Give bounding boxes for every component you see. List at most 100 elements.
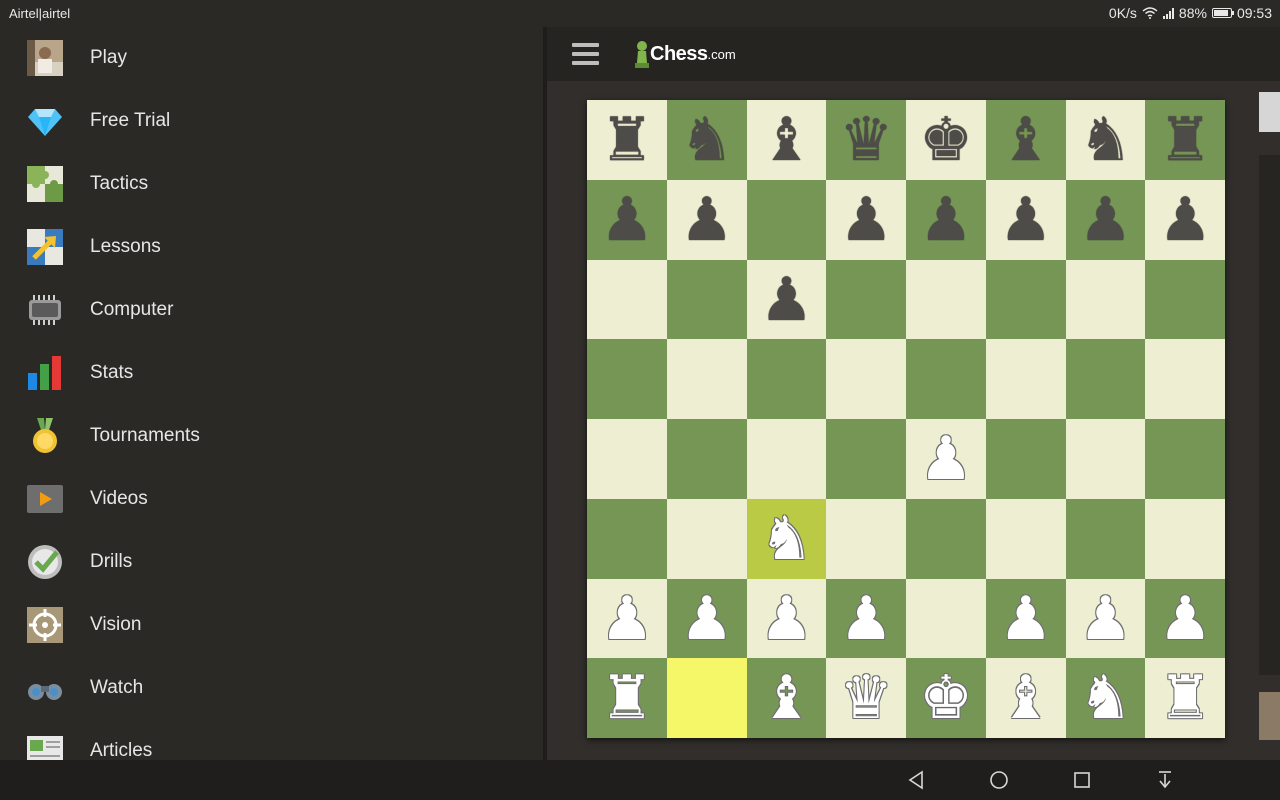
recents-icon[interactable]: [1070, 768, 1094, 792]
square-c3[interactable]: ♞: [746, 498, 827, 579]
sidebar-item-stats[interactable]: Stats: [0, 342, 543, 405]
black-pawn-piece[interactable]: ♟: [680, 180, 734, 260]
black-rook-piece[interactable]: ♜: [1158, 100, 1212, 180]
sidebar-item-play[interactable]: Play: [0, 27, 543, 90]
square-e6[interactable]: [906, 259, 986, 340]
black-bishop-piece[interactable]: ♝: [760, 100, 814, 180]
square-d6[interactable]: [826, 259, 907, 340]
sidebar-item-free-trial[interactable]: Free Trial: [0, 90, 543, 153]
square-d2[interactable]: ♟: [826, 578, 907, 659]
black-queen-piece[interactable]: ♛: [839, 100, 893, 180]
white-rook-piece[interactable]: ♜: [1158, 658, 1212, 738]
black-knight-piece[interactable]: ♞: [680, 100, 734, 180]
white-knight-piece[interactable]: ♞: [760, 499, 814, 579]
square-d7[interactable]: ♟: [826, 179, 907, 260]
black-knight-piece[interactable]: ♞: [1079, 100, 1133, 180]
sidebar-item-videos[interactable]: Videos: [0, 468, 543, 531]
square-c8[interactable]: ♝: [746, 100, 827, 180]
white-pawn-piece[interactable]: ♟: [839, 579, 893, 659]
square-f6[interactable]: [985, 259, 1066, 340]
white-bishop-piece[interactable]: ♝: [760, 658, 814, 738]
sidebar-item-articles[interactable]: Articles: [0, 720, 543, 760]
black-pawn-piece[interactable]: ♟: [760, 260, 814, 340]
square-d1[interactable]: ♛: [826, 658, 907, 739]
black-king-piece[interactable]: ♚: [919, 100, 973, 180]
white-pawn-piece[interactable]: ♟: [919, 419, 973, 499]
square-e4[interactable]: ♟: [906, 419, 986, 499]
white-pawn-piece[interactable]: ♟: [999, 579, 1053, 659]
square-d5[interactable]: [826, 339, 907, 420]
square-f1[interactable]: ♝: [985, 658, 1066, 739]
square-a2[interactable]: ♟: [587, 578, 667, 659]
square-h1[interactable]: ♜: [1145, 658, 1226, 739]
home-icon[interactable]: [987, 768, 1011, 792]
square-a4[interactable]: [587, 419, 667, 499]
square-g6[interactable]: [1065, 259, 1146, 340]
black-pawn-piece[interactable]: ♟: [1079, 180, 1133, 260]
sidebar-item-watch[interactable]: Watch: [0, 657, 543, 720]
hamburger-icon[interactable]: [572, 43, 599, 65]
black-pawn-piece[interactable]: ♟: [839, 180, 893, 260]
square-b2[interactable]: ♟: [666, 578, 747, 659]
black-pawn-piece[interactable]: ♟: [1158, 180, 1212, 260]
square-b7[interactable]: ♟: [666, 179, 747, 260]
square-h2[interactable]: ♟: [1145, 578, 1226, 659]
square-a8[interactable]: ♜: [587, 100, 667, 180]
square-f7[interactable]: ♟: [985, 179, 1066, 260]
square-g8[interactable]: ♞: [1065, 100, 1146, 180]
square-a5[interactable]: [587, 339, 667, 420]
black-rook-piece[interactable]: ♜: [600, 100, 654, 180]
chess-board[interactable]: ♜ ♞ ♝ ♛ ♚ ♝ ♞ ♜ ♟ ♟ ♟ ♟ ♟ ♟ ♟ ♟ ♟ ♞ ♟ ♟ ♟ ♟ ♟ ♟ ♟ ♜ ♝ ♛ ♚ ♝ ♞ ♜: [587, 100, 1226, 739]
square-c6[interactable]: ♟: [746, 259, 827, 340]
square-b1[interactable]: [666, 658, 747, 739]
square-h8[interactable]: ♜: [1145, 100, 1226, 180]
white-knight-piece[interactable]: ♞: [1079, 658, 1133, 738]
black-bishop-piece[interactable]: ♝: [999, 100, 1053, 180]
square-c1[interactable]: ♝: [746, 658, 827, 739]
square-e3[interactable]: [906, 498, 986, 579]
square-a1[interactable]: ♜: [587, 658, 667, 739]
black-pawn-piece[interactable]: ♟: [919, 180, 973, 260]
square-b3[interactable]: [666, 498, 747, 579]
square-b5[interactable]: [666, 339, 747, 420]
white-pawn-piece[interactable]: ♟: [680, 579, 734, 659]
square-b4[interactable]: [666, 419, 747, 499]
sidebar-item-vision[interactable]: Vision: [0, 594, 543, 657]
square-e7[interactable]: ♟: [906, 179, 986, 260]
square-c5[interactable]: [746, 339, 827, 420]
square-a3[interactable]: [587, 498, 667, 579]
sidebar-item-tactics[interactable]: Tactics: [0, 153, 543, 216]
square-g5[interactable]: [1065, 339, 1146, 420]
sidebar-item-drills[interactable]: Drills: [0, 531, 543, 594]
square-e2[interactable]: [906, 578, 986, 659]
white-pawn-piece[interactable]: ♟: [760, 579, 814, 659]
square-g3[interactable]: [1065, 498, 1146, 579]
square-g4[interactable]: [1065, 419, 1146, 499]
square-h5[interactable]: [1145, 339, 1226, 420]
sidebar-item-computer[interactable]: Computer: [0, 279, 543, 342]
chess-com-logo[interactable]: Chess .com: [635, 37, 736, 71]
white-pawn-piece[interactable]: ♟: [600, 579, 654, 659]
square-c4[interactable]: [746, 419, 827, 499]
white-king-piece[interactable]: ♚: [919, 658, 973, 738]
square-h3[interactable]: [1145, 498, 1226, 579]
square-b8[interactable]: ♞: [666, 100, 747, 180]
white-bishop-piece[interactable]: ♝: [999, 658, 1053, 738]
white-queen-piece[interactable]: ♛: [839, 658, 893, 738]
square-f2[interactable]: ♟: [985, 578, 1066, 659]
square-d4[interactable]: [826, 419, 907, 499]
square-g2[interactable]: ♟: [1065, 578, 1146, 659]
white-pawn-piece[interactable]: ♟: [1158, 579, 1212, 659]
square-g7[interactable]: ♟: [1065, 179, 1146, 260]
black-pawn-piece[interactable]: ♟: [600, 180, 654, 260]
square-h6[interactable]: [1145, 259, 1226, 340]
square-e5[interactable]: [906, 339, 986, 420]
square-f5[interactable]: [985, 339, 1066, 420]
square-f4[interactable]: [985, 419, 1066, 499]
back-icon[interactable]: [904, 768, 928, 792]
square-e8[interactable]: ♚: [906, 100, 986, 180]
square-h4[interactable]: [1145, 419, 1226, 499]
black-pawn-piece[interactable]: ♟: [999, 180, 1053, 260]
square-e1[interactable]: ♚: [906, 658, 986, 739]
white-rook-piece[interactable]: ♜: [600, 658, 654, 738]
